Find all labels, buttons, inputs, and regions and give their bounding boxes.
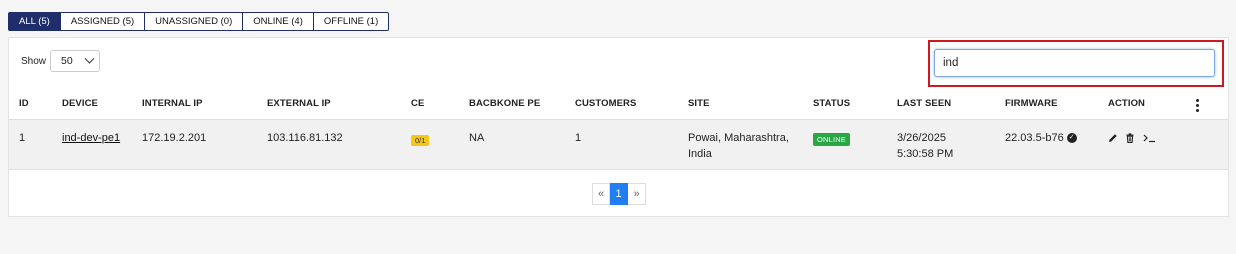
cell-id: 1 xyxy=(19,132,26,144)
trash-icon[interactable] xyxy=(1125,133,1135,143)
filter-tabs: ALL (5) ASSIGNED (5) UNASSIGNED (0) ONLI… xyxy=(8,12,390,31)
page-size-select[interactable]: 50 xyxy=(50,50,101,72)
page-size-value: 50 xyxy=(61,55,73,67)
col-header-customers[interactable]: CUSTOMERS xyxy=(575,98,636,109)
cell-external-ip: 103.116.81.132 xyxy=(267,132,343,144)
check-circle-icon: ✓ xyxy=(1066,133,1077,144)
prev-page-button[interactable]: « xyxy=(592,183,610,205)
tab-assigned[interactable]: ASSIGNED (5) xyxy=(60,12,146,31)
cell-backbone-pe: NA xyxy=(469,132,485,144)
firmware-version: 22.03.5-b76 xyxy=(1005,132,1064,144)
cell-firmware: 22.03.5-b76 ✓ xyxy=(1005,132,1077,144)
cell-status: ONLINE xyxy=(813,133,851,146)
col-header-device[interactable]: DEVICE xyxy=(62,98,98,109)
col-header-site[interactable]: SITE xyxy=(688,98,710,109)
col-header-backbone-pe[interactable]: BACBKONE PE xyxy=(469,98,540,109)
chevron-down-icon xyxy=(84,53,95,64)
col-header-internal-ip[interactable]: INTERNAL IP xyxy=(142,98,203,109)
status-badge: ONLINE xyxy=(813,133,851,146)
cell-site: Powai, Maharashtra, India xyxy=(688,132,789,160)
show-label: Show xyxy=(21,55,47,67)
devices-panel: Show 50 ID DEVICE INTERNAL IP EXTERNAL I… xyxy=(8,37,1229,217)
next-page-button[interactable]: » xyxy=(628,183,646,205)
tab-offline[interactable]: OFFLINE (1) xyxy=(313,12,390,31)
cell-internal-ip: 172.19.2.201 xyxy=(142,132,207,144)
page-size-control: Show 50 xyxy=(21,50,101,72)
cell-last-seen: 3/26/2025 5:30:58 PM xyxy=(897,132,954,160)
search-input[interactable] xyxy=(934,49,1215,77)
tab-online[interactable]: ONLINE (4) xyxy=(243,12,314,31)
col-header-ce[interactable]: CE xyxy=(411,98,424,109)
col-header-action: ACTION xyxy=(1108,98,1146,109)
page-1-button[interactable]: 1 xyxy=(610,183,628,205)
col-header-firmware[interactable]: FIRMWARE xyxy=(1005,98,1058,109)
pagination: « 1 » xyxy=(592,183,646,205)
cell-customers: 1 xyxy=(575,132,582,144)
edit-icon[interactable] xyxy=(1108,133,1118,143)
device-link-text[interactable]: ind-dev-pe1 xyxy=(62,132,120,144)
device-link[interactable]: ind-dev-pe1 xyxy=(62,132,120,144)
col-header-external-ip[interactable]: EXTERNAL IP xyxy=(267,98,331,109)
col-header-status[interactable]: STATUS xyxy=(813,98,850,109)
column-menu-icon[interactable] xyxy=(1196,99,1199,112)
col-header-last-seen[interactable]: LAST SEEN xyxy=(897,98,951,109)
cell-ce: 0/1 xyxy=(411,134,430,146)
ce-badge[interactable]: 0/1 xyxy=(411,135,430,146)
col-header-id[interactable]: ID xyxy=(19,98,29,109)
tab-unassigned[interactable]: UNASSIGNED (0) xyxy=(145,12,244,31)
terminal-icon[interactable] xyxy=(1143,133,1157,143)
table-row xyxy=(9,120,1228,170)
tab-all[interactable]: ALL (5) xyxy=(8,12,61,31)
